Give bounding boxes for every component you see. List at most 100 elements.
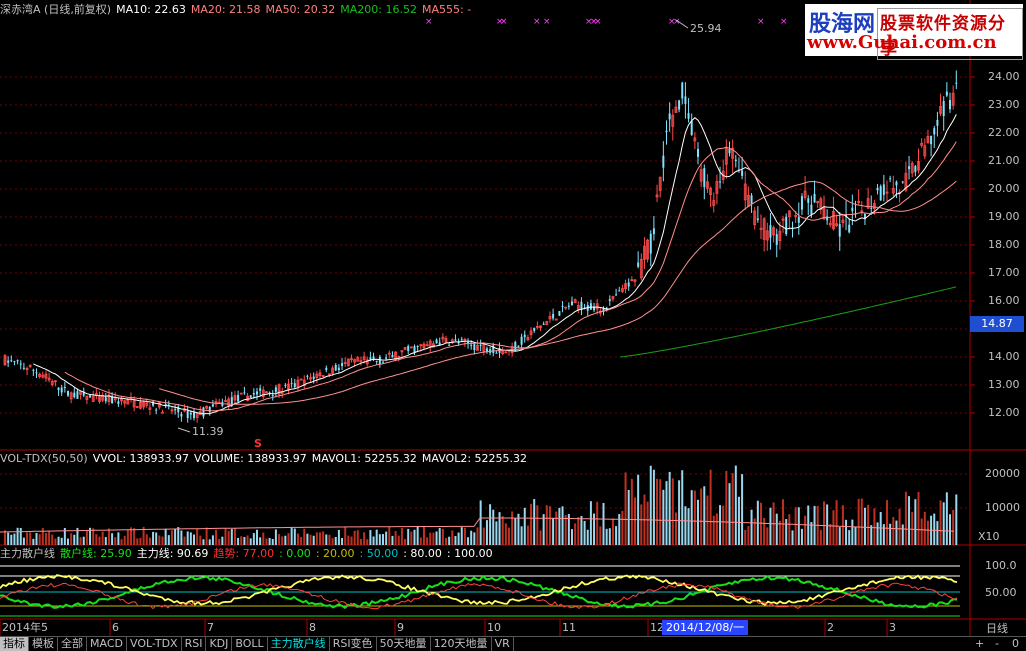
volume-bar	[331, 538, 334, 545]
candle-body	[57, 387, 60, 391]
indicator-legend-item-1: 散户线: 25.90	[60, 547, 132, 560]
main-legend-item-3: MA50: 20.32	[265, 3, 336, 16]
volume-bar	[561, 506, 564, 545]
volume-bar	[634, 497, 636, 545]
tab-6[interactable]: KDJ	[206, 637, 233, 651]
tab-2[interactable]: 全部	[58, 637, 87, 651]
volume-bar	[662, 489, 665, 545]
volume-legend-item-1: VVOL: 138933.97	[92, 452, 190, 465]
volume-bar	[117, 532, 120, 545]
volume-bar	[955, 494, 958, 545]
zoom-in-button[interactable]: +	[975, 637, 984, 650]
volume-bar	[911, 511, 914, 545]
tab-7[interactable]: BOLL	[232, 637, 268, 651]
candle-body	[73, 392, 76, 398]
candle-body	[542, 323, 545, 325]
tab-8[interactable]: 主力散户线	[268, 637, 330, 651]
volume-bar	[479, 500, 482, 545]
candle-body	[769, 225, 772, 238]
candle-body	[750, 195, 753, 204]
volume-bar	[111, 533, 114, 545]
volume-bar	[38, 534, 41, 545]
tab-3[interactable]: MACD	[87, 637, 127, 651]
tab-0[interactable]: 指标	[0, 637, 29, 651]
volume-bar	[586, 529, 589, 545]
price-tick: 12.00	[988, 406, 1020, 419]
candle-body	[155, 409, 158, 411]
tab-5[interactable]: RSI	[182, 637, 207, 651]
candle-body	[416, 346, 419, 348]
candle-body	[637, 262, 640, 267]
zoom-out-button[interactable]: -	[995, 637, 999, 650]
volume-bar	[511, 511, 514, 545]
candle-body	[615, 294, 618, 296]
candle-body	[719, 181, 722, 183]
volume-bar	[249, 538, 252, 545]
volume-bar	[271, 538, 274, 545]
volume-bar	[886, 500, 888, 545]
volume-bar	[712, 515, 715, 545]
volume-bar	[16, 527, 19, 545]
volume-bar	[665, 481, 668, 545]
volume-bar	[854, 526, 857, 545]
tab-10[interactable]: 50天地量	[377, 637, 431, 651]
volume-bar	[344, 527, 347, 545]
volume-bar	[952, 509, 955, 545]
period-label[interactable]: 日线	[986, 620, 1008, 636]
signal-mark: ×	[500, 17, 508, 27]
volume-bar	[208, 539, 211, 545]
volume-bar	[290, 527, 293, 545]
candle-body	[523, 334, 526, 338]
volume-bar	[794, 507, 797, 545]
volume-bar	[920, 518, 923, 545]
volume-bar	[555, 511, 558, 545]
volume-bar	[879, 511, 882, 545]
tab-12[interactable]: VR	[492, 637, 514, 651]
volume-bar	[394, 531, 397, 545]
volume-bar	[237, 537, 240, 545]
indicator-legend-item-3: 趋势: 77.00	[213, 547, 275, 560]
tab-1[interactable]: 模板	[29, 637, 58, 651]
volume-bar	[139, 537, 142, 545]
zoom-reset-button[interactable]: 0	[1012, 637, 1019, 650]
volume-bar	[193, 534, 195, 545]
tab-4[interactable]: VOL-TDX	[127, 637, 182, 651]
volume-bar	[621, 510, 624, 545]
volume-bar	[221, 536, 224, 545]
candle-body	[16, 360, 19, 362]
candle-body	[193, 412, 195, 419]
candle-body	[558, 311, 561, 316]
volume-bar	[904, 491, 907, 545]
volume-bar	[325, 534, 328, 545]
volume-bar	[917, 491, 920, 545]
volume-bar	[908, 496, 911, 545]
candle-body	[517, 345, 520, 347]
volume-bar	[602, 502, 605, 545]
tab-9[interactable]: RSI变色	[330, 637, 377, 651]
volume-bar	[174, 528, 177, 545]
volume-bar	[54, 538, 57, 545]
candle-body	[382, 361, 384, 363]
volume-bar	[939, 500, 942, 545]
volume-bar	[397, 535, 400, 545]
tab-11[interactable]: 120天地量	[431, 637, 492, 651]
volume-bar	[593, 513, 596, 545]
volume-bar	[85, 530, 88, 545]
date-label: 11	[562, 621, 576, 634]
candle-body	[567, 305, 570, 307]
volume-bar	[914, 499, 917, 545]
volume-bar	[923, 511, 926, 545]
volume-bar	[13, 533, 16, 545]
candle-body	[734, 159, 737, 162]
volume-bar	[422, 527, 425, 545]
candle-body	[728, 149, 731, 154]
candle-body	[945, 91, 948, 96]
volume-bar	[448, 536, 451, 545]
volume-bar	[26, 532, 29, 545]
volume-bar	[829, 523, 832, 545]
volume-bar	[196, 529, 199, 545]
volume-bar	[48, 530, 51, 545]
candle-body	[775, 234, 778, 246]
candle-body	[341, 363, 344, 367]
volume-bar	[133, 528, 136, 545]
